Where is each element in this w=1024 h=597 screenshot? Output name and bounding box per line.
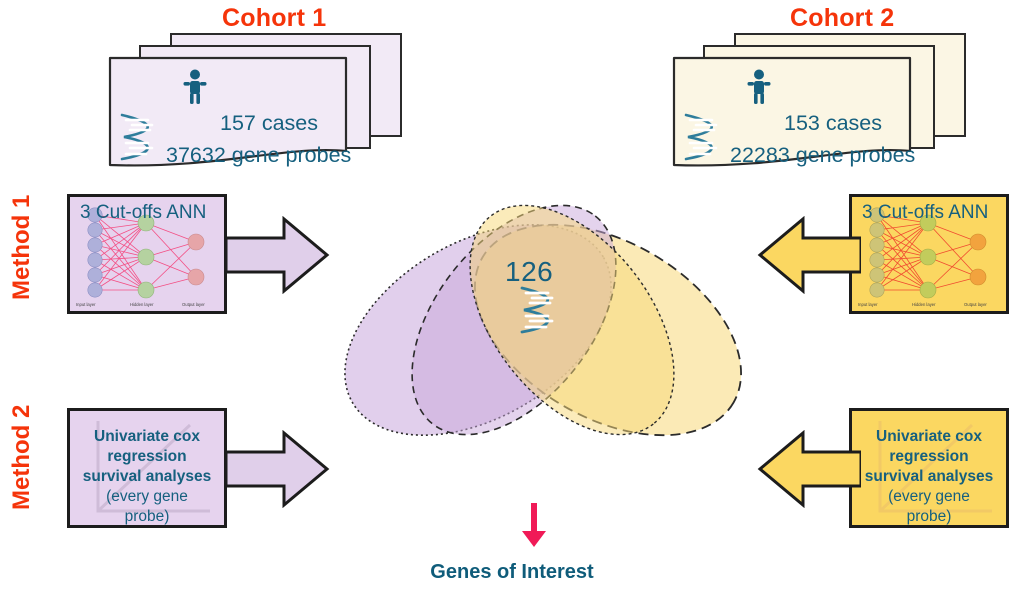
ann-box-left: 3 Cut-offs ANN Input layer Hidden layer …	[67, 194, 227, 314]
down-arrow-icon	[522, 503, 546, 547]
cohort1-title: Cohort 1	[222, 4, 327, 32]
person-icon	[183, 69, 207, 104]
cox-right-line4: (every gene	[888, 488, 970, 505]
venn-diagram	[344, 204, 742, 437]
person-icon	[747, 69, 771, 104]
ann-right-title: 3 Cut-offs ANN	[862, 202, 989, 223]
cox-box-right: Univariate cox regression survival analy…	[849, 408, 1009, 528]
ann-right-input-layer-label: Input layer	[858, 302, 878, 307]
venn-intersection-count: 126	[505, 256, 554, 287]
method2-right-arrow-icon	[757, 430, 861, 508]
ann-right-output-layer-label: Output layer	[964, 302, 987, 307]
method2-left-arrow-icon	[226, 430, 330, 508]
method1-right-arrow-icon	[757, 216, 861, 294]
cox-right-line5: probe)	[906, 508, 952, 525]
cox-left-line4: (every gene	[106, 488, 188, 505]
ann-box-right: 3 Cut-offs ANN Input layer Hidden layer …	[849, 194, 1009, 314]
genes-of-interest-label: Genes of Interest	[430, 561, 594, 583]
method-2-label: Method 2	[8, 404, 35, 510]
cox-left-line1: Univariate cox	[94, 428, 200, 445]
ann-right-hidden-layer-label: Hidden layer	[912, 302, 936, 307]
cohort1-cases-text: 157 cases	[220, 111, 319, 135]
dna-helix-icon	[120, 113, 154, 161]
cox-right-line2: regression	[889, 448, 969, 465]
ann-left-hidden-layer-label: Hidden layer	[130, 302, 154, 307]
ann-left-input-layer-label: Input layer	[76, 302, 96, 307]
cohort1-probes-text: 37632 gene probes	[166, 143, 352, 167]
cohort2-card-stack: 153 cases 22283 gene probes	[672, 33, 966, 173]
cox-left-text: Univariate cox regression survival analy…	[70, 427, 224, 527]
cox-left-line3: survival analyses	[82, 468, 212, 485]
dna-helix-icon	[684, 113, 718, 161]
cox-box-left: Univariate cox regression survival analy…	[67, 408, 227, 528]
cox-left-line2: regression	[107, 448, 187, 465]
ann-left-output-layer-label: Output layer	[182, 302, 205, 307]
method-1-label: Method 1	[8, 194, 35, 300]
ann-left-title: 3 Cut-offs ANN	[80, 202, 207, 223]
cohort1-card-stack: 157 cases 37632 gene probes	[108, 33, 402, 173]
cohort2-cases-text: 153 cases	[784, 111, 883, 135]
cohort2-title: Cohort 2	[790, 4, 895, 32]
cox-right-line3: survival analyses	[864, 468, 994, 485]
cox-right-line1: Univariate cox	[876, 428, 982, 445]
method1-left-arrow-icon	[226, 216, 330, 294]
diagram-canvas: Cohort 1 157 cases 37632 gene probes Coh…	[0, 0, 1024, 597]
cox-right-text: Univariate cox regression survival analy…	[852, 427, 1006, 527]
cohort2-probes-text: 22283 gene probes	[730, 143, 916, 167]
cox-left-line5: probe)	[124, 508, 170, 525]
